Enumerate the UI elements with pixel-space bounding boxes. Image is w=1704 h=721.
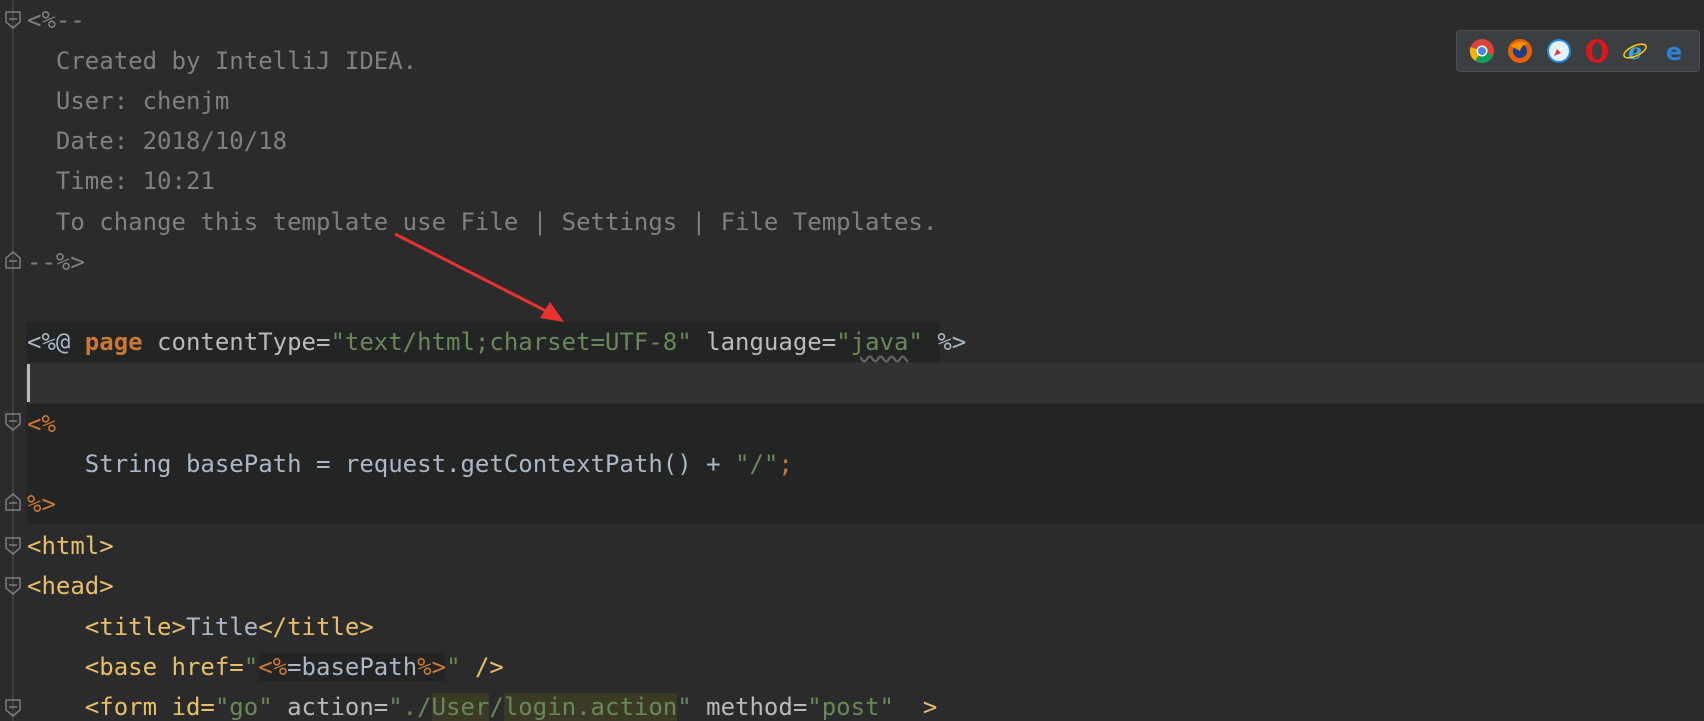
svg-text:e: e [1666,38,1682,64]
safari-icon[interactable] [1546,38,1572,64]
browser-preview-bar: e e [1456,30,1700,72]
annotation-arrow [394,232,564,322]
edge-icon[interactable]: e [1661,38,1687,64]
opera-icon[interactable] [1584,38,1610,64]
code-editor[interactable]: <%-- Created by IntelliJ IDEA. User: che… [0,0,1704,721]
chrome-icon[interactable] [1469,38,1495,64]
svg-text:e: e [1628,39,1642,64]
ie-icon[interactable]: e [1622,38,1648,64]
firefox-icon[interactable] [1507,38,1533,64]
